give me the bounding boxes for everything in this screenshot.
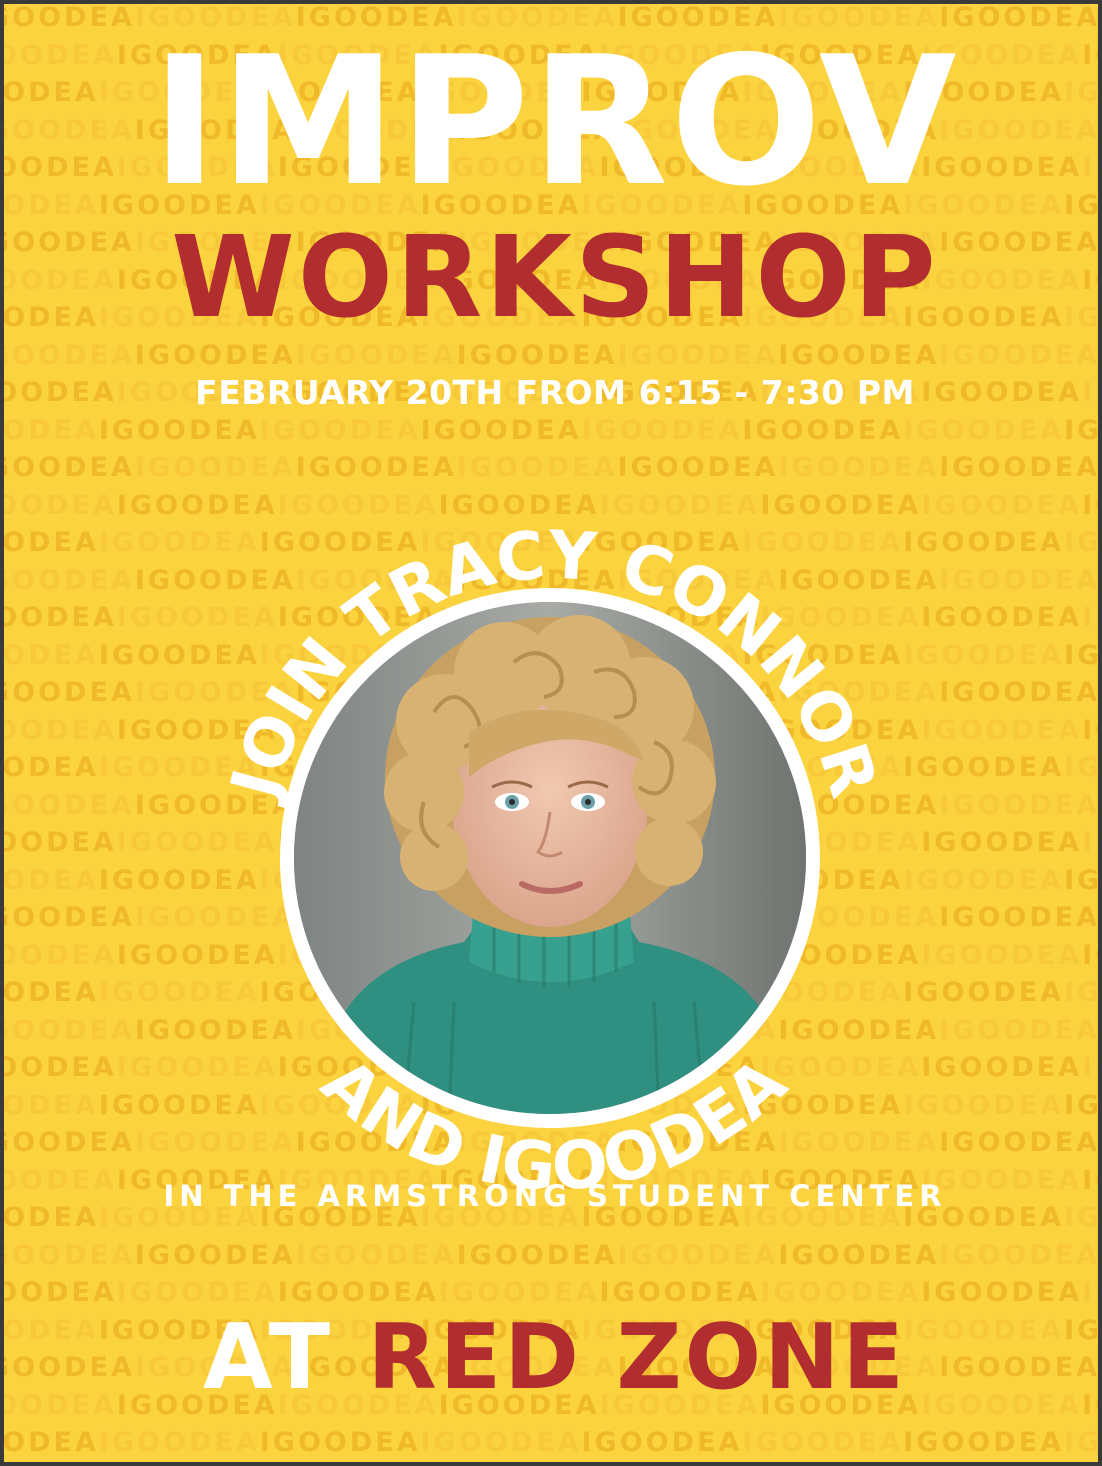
pattern-row: IGOODEAIGOODEAIGOODEAIGOODEAIGOODEAIGOOD…	[4, 1427, 1102, 1458]
event-datetime: FEBRUARY 20TH FROM 6:15 - 7:30 PM	[195, 373, 915, 412]
title-workshop: WORKSHOP	[171, 213, 939, 343]
room-name: RED ZONE	[367, 1305, 907, 1410]
event-poster: IGOODEAIGOODEAIGOODEAIGOODEAIGOODEAIGOOD…	[0, 0, 1102, 1466]
pattern-row: IGOODEAIGOODEAIGOODEAIGOODEAIGOODEAIGOOD…	[4, 452, 1101, 483]
event-room: AT RED ZONE	[4, 1305, 1098, 1410]
portrait-photo	[280, 588, 820, 1128]
room-prefix: AT	[203, 1305, 334, 1410]
pattern-row: IGOODEAIGOODEAIGOODEAIGOODEAIGOODEAIGOOD…	[4, 414, 1102, 446]
pattern-row: IGOODEAIGOODEAIGOODEAIGOODEAIGOODEAIGOOD…	[4, 1239, 1101, 1271]
title-improv: IMPROV	[151, 18, 959, 225]
event-location: IN THE ARMSTRONG STUDENT CENTER	[163, 1179, 947, 1213]
pattern-row: IGOODEAIGOODEAIGOODEAIGOODEAIGOODEAIGOOD…	[4, 1463, 1102, 1466]
portrait-illustration	[294, 602, 806, 1114]
